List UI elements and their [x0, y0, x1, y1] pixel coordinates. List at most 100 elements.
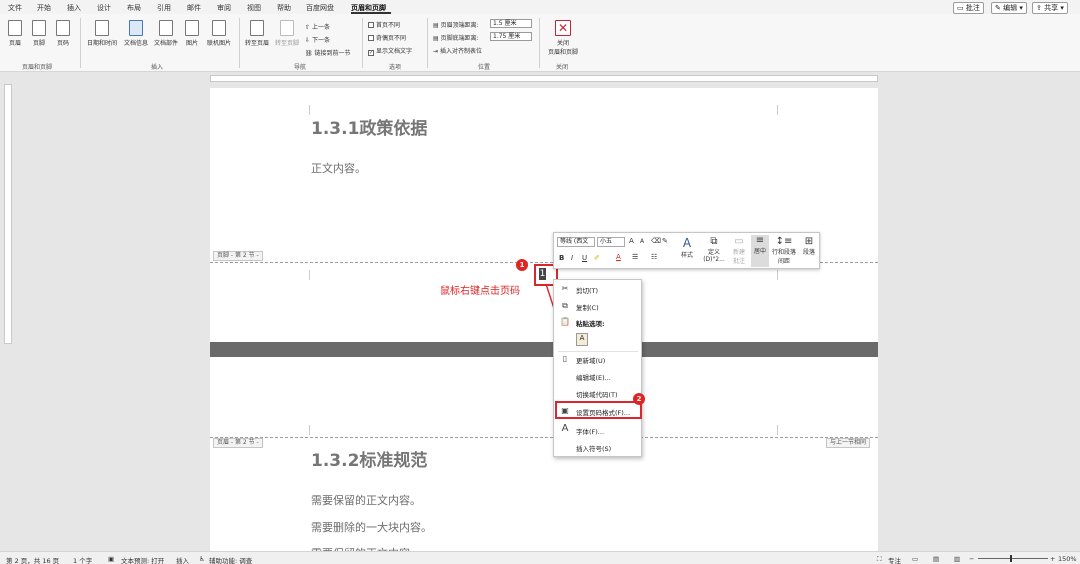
- online-picture-button[interactable]: 联机图片: [204, 20, 234, 47]
- paragraph-button[interactable]: ⊞ 段落: [799, 236, 819, 256]
- zoom-in-icon[interactable]: +: [1050, 555, 1055, 563]
- next-button[interactable]: ⇩ 下一条: [305, 35, 330, 44]
- vertical-ruler[interactable]: [4, 84, 12, 344]
- word-count-status[interactable]: 1 个字: [73, 555, 92, 564]
- footer-section-tag: 页脚 - 第 2 节 -: [213, 251, 263, 261]
- tab-design[interactable]: 设计: [97, 3, 111, 13]
- underline-button[interactable]: U: [582, 254, 587, 262]
- header-button[interactable]: 页眉: [6, 20, 24, 47]
- zoom-slider[interactable]: [978, 558, 1048, 559]
- previous-button[interactable]: ⇧ 上一条: [305, 22, 330, 31]
- link-to-previous-button[interactable]: ⛓ 链接到前一节: [305, 48, 351, 57]
- doc-info-button[interactable]: 文档信息: [122, 20, 150, 47]
- print-layout-icon[interactable]: ▤: [933, 555, 939, 563]
- menu-item-toggle-field-codes[interactable]: 切换域代码(T): [576, 389, 618, 399]
- define-icon: ⧉: [710, 236, 718, 247]
- bullets-icon[interactable]: ☰: [632, 253, 638, 261]
- calendar-icon: [95, 20, 109, 36]
- tab-file[interactable]: 文件: [8, 3, 22, 13]
- font-name-select[interactable]: 等线 (西文: [557, 237, 595, 247]
- share-button[interactable]: ⇪ 共享 ▾: [1032, 2, 1068, 14]
- new-comment-button[interactable]: ▭ 新建 批注: [729, 236, 749, 265]
- chevron-down-icon: ▾: [1017, 4, 1023, 12]
- shrink-font-button[interactable]: A: [640, 238, 644, 245]
- goto-header-button[interactable]: 转至页眉: [243, 20, 271, 47]
- read-mode-icon[interactable]: ▭: [912, 555, 918, 563]
- goto-footer-button[interactable]: 转至页脚: [273, 20, 301, 47]
- focus-mode-button[interactable]: 专注: [888, 555, 901, 564]
- close-header-footer-button[interactable]: ✕ 关闭 页眉和页脚: [543, 20, 583, 56]
- page-count-status[interactable]: 第 2 页，共 16 页: [6, 555, 59, 564]
- first-page-different-checkbox[interactable]: 首页不同: [368, 20, 400, 29]
- menu-item-font[interactable]: 字体(F)...: [576, 426, 604, 436]
- paste-options-label: 粘贴选项:: [576, 320, 605, 328]
- text-prediction-status[interactable]: 文本预测: 打开: [121, 555, 164, 564]
- close-icon: ✕: [555, 20, 571, 36]
- numbering-icon[interactable]: ☷: [651, 253, 657, 261]
- tab-help[interactable]: 帮助: [277, 3, 291, 13]
- web-layout-icon[interactable]: ▥: [954, 555, 960, 563]
- font-size-select[interactable]: 小五: [597, 237, 625, 247]
- menu-item-edit-field[interactable]: 编辑域(E)...: [576, 372, 611, 382]
- menu-item-cut[interactable]: 剪切(T): [576, 285, 598, 295]
- context-menu: ✂ 剪切(T) ⧉ 复制(C) 📋 粘贴选项: A ▯ 更新域(U) 编辑域(E…: [553, 279, 642, 457]
- line-spacing-button[interactable]: ↕≡ 行和段落 间距: [771, 236, 797, 265]
- accessibility-status[interactable]: 辅助功能: 调查: [209, 555, 252, 564]
- tab-references[interactable]: 引用: [157, 3, 171, 13]
- italic-button[interactable]: I: [571, 254, 573, 262]
- footer-button[interactable]: 页脚: [30, 20, 48, 47]
- paste-keep-text-icon[interactable]: A: [576, 333, 588, 346]
- heading-1-3-1: 1.3.1政策依据: [311, 119, 428, 139]
- tab-mailings[interactable]: 邮件: [187, 3, 201, 13]
- menu-item-insert-symbol[interactable]: 插入符号(S): [576, 443, 611, 453]
- highlight-icon[interactable]: ✐: [594, 254, 600, 262]
- zoom-slider-thumb[interactable]: [1010, 555, 1012, 562]
- define-button[interactable]: ⧉ 定义 (D)"2...: [701, 236, 727, 263]
- zoom-level[interactable]: 150%: [1058, 555, 1077, 563]
- datetime-button[interactable]: 日期和时间: [86, 20, 118, 47]
- header-top-distance-input[interactable]: 1.5 厘米: [490, 19, 532, 28]
- pencil-icon: ✎: [995, 4, 1004, 12]
- menu-item-copy[interactable]: 复制(C): [576, 302, 599, 312]
- tab-layout[interactable]: 布局: [127, 3, 141, 13]
- insert-alignment-tab-button[interactable]: ⇥ 插入对齐制表位: [433, 46, 482, 55]
- insert-mode-status[interactable]: 插入: [176, 555, 189, 564]
- horizontal-ruler[interactable]: [210, 75, 878, 82]
- menu-separator: [558, 351, 638, 352]
- styles-button[interactable]: A 样式: [676, 236, 698, 259]
- margin-corner-mark: [309, 425, 310, 435]
- group-label-insert: 插入: [151, 64, 164, 71]
- zoom-out-icon[interactable]: −: [969, 555, 974, 563]
- footer-bottom-distance-input[interactable]: 1.75 厘米: [490, 32, 532, 41]
- editing-mode-button[interactable]: ✎ 编辑 ▾: [991, 2, 1027, 14]
- tab-baidu-netdisk[interactable]: 百度网盘: [306, 3, 334, 13]
- bold-button[interactable]: B: [559, 254, 564, 262]
- tab-home[interactable]: 开始: [37, 3, 51, 13]
- page-number-button[interactable]: 页码: [54, 20, 72, 47]
- show-document-text-checkbox[interactable]: ✓ 显示文档文字: [368, 46, 412, 56]
- format-painter-icon[interactable]: ✎: [662, 237, 668, 245]
- odd-even-different-checkbox[interactable]: 奇偶页不同: [368, 33, 406, 42]
- tab-view[interactable]: 视图: [247, 3, 261, 13]
- tab-review[interactable]: 审阅: [217, 3, 231, 13]
- tab-insert[interactable]: 插入: [67, 3, 81, 13]
- comments-button[interactable]: ▭ 批注: [953, 2, 984, 14]
- footer-icon: [32, 20, 46, 36]
- picture-button[interactable]: 图片: [183, 20, 201, 47]
- group-separator: [239, 18, 240, 68]
- doc-info-icon: [129, 20, 143, 36]
- group-label-close: 关闭: [556, 64, 569, 71]
- grow-font-button[interactable]: A: [629, 237, 634, 245]
- alignment-tab-icon: ⇥: [433, 48, 440, 55]
- annotation-highlight-box-2: [555, 401, 642, 419]
- proofing-icon[interactable]: ▣: [108, 555, 114, 563]
- scissors-icon: ✂: [561, 284, 569, 293]
- font-color-icon[interactable]: A: [616, 253, 621, 261]
- paragraph: 需要保留的正文内容。: [311, 494, 421, 507]
- clear-format-icon[interactable]: ⌫: [651, 237, 661, 245]
- comment-icon: ▭: [734, 236, 744, 247]
- menu-item-update-field[interactable]: 更新域(U): [576, 355, 605, 365]
- doc-parts-button[interactable]: 文档部件: [152, 20, 180, 47]
- picture-icon: [185, 20, 199, 36]
- center-align-button[interactable]: ≡ 居中: [751, 235, 769, 267]
